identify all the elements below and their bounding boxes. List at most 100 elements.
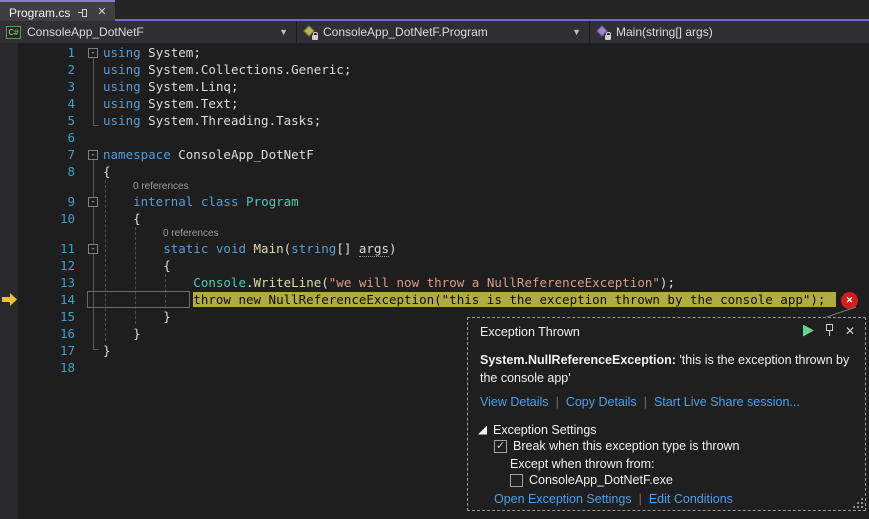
fold-margin bbox=[76, 325, 103, 342]
code-line-1[interactable]: 1-using System; bbox=[0, 44, 869, 61]
member-dropdown-label: Main(string[] args) bbox=[616, 25, 713, 39]
resize-grip[interactable] bbox=[852, 497, 863, 508]
line-number: 8 bbox=[0, 163, 76, 180]
code-line-5[interactable]: 5using System.Threading.Tasks; bbox=[0, 112, 869, 129]
code-line-3[interactable]: 3using System.Linq; bbox=[0, 78, 869, 95]
exception-highlight: throw new NullReferenceException("this i… bbox=[193, 292, 836, 307]
code-editor[interactable]: 1-using System;2 using System.Collections… bbox=[0, 43, 869, 519]
code-line-7[interactable]: 7-namespace ConsoleApp_DotNetF bbox=[0, 146, 869, 163]
fold-margin bbox=[76, 163, 103, 180]
code-text: throw new NullReferenceException("this i… bbox=[103, 291, 869, 308]
continue-execution-icon[interactable] bbox=[803, 325, 814, 337]
copy-details-link[interactable]: Copy Details bbox=[566, 395, 637, 409]
codelens-row: 0 references bbox=[0, 227, 869, 240]
line-number: 5 bbox=[0, 112, 76, 129]
fold-margin bbox=[76, 308, 103, 325]
code-line-9[interactable]: 9 -internal class Program bbox=[0, 193, 869, 210]
code-text: internal class Program bbox=[103, 193, 869, 210]
codelens-references[interactable]: 0 references bbox=[163, 227, 219, 240]
open-exception-settings-link[interactable]: Open Exception Settings bbox=[494, 492, 632, 506]
codelens-references[interactable]: 0 references bbox=[133, 180, 189, 193]
fold-toggle-icon[interactable]: - bbox=[88, 150, 98, 160]
except-when-label: Except when thrown from: bbox=[510, 457, 655, 471]
link-separator: | bbox=[632, 492, 649, 506]
exception-settings-header[interactable]: Exception Settings bbox=[478, 423, 597, 437]
fold-margin bbox=[76, 257, 103, 274]
code-line-8[interactable]: 8{ bbox=[0, 163, 869, 180]
break-label: Break when this exception type is thrown bbox=[513, 439, 740, 453]
tab-title: Program.cs bbox=[9, 6, 70, 20]
pin-icon[interactable] bbox=[78, 8, 89, 18]
line-number: 2 bbox=[0, 61, 76, 78]
code-line-2[interactable]: 2 using System.Collections.Generic; bbox=[0, 61, 869, 78]
link-separator: | bbox=[549, 395, 566, 409]
fold-margin bbox=[76, 274, 103, 291]
fold-margin bbox=[76, 210, 103, 227]
csharp-project-icon: C# bbox=[6, 26, 21, 39]
method-icon bbox=[596, 25, 610, 39]
code-line-11[interactable]: 11 -static void Main(string[] args) bbox=[0, 240, 869, 257]
code-text: using System.Text; bbox=[103, 95, 869, 112]
code-text bbox=[103, 129, 869, 146]
code-text: { bbox=[103, 163, 869, 180]
chevron-down-icon[interactable]: ▼ bbox=[572, 27, 581, 37]
code-line-12[interactable]: 12{ bbox=[0, 257, 869, 274]
popup-links: View Details|Copy Details|Start Live Sha… bbox=[480, 395, 800, 409]
module-checkbox[interactable] bbox=[510, 474, 523, 487]
type-dropdown[interactable]: ConsoleApp_DotNetF.Program ▼ bbox=[297, 21, 590, 43]
fold-margin bbox=[76, 129, 103, 146]
project-dropdown-label: ConsoleApp_DotNetF bbox=[27, 25, 144, 39]
tab-bar: Program.cs ✕ bbox=[0, 0, 869, 21]
break-checkbox-row: ✓ Break when this exception type is thro… bbox=[494, 439, 740, 453]
fold-margin bbox=[76, 359, 103, 376]
popup-bottom-links: Open Exception Settings|Edit Conditions bbox=[494, 492, 733, 506]
visual-studio-window: Program.cs ✕ C# ConsoleApp_DotNetF ▼ Con… bbox=[0, 0, 869, 519]
pin-icon[interactable] bbox=[825, 324, 834, 337]
fold-margin bbox=[76, 95, 103, 112]
fold-margin bbox=[76, 78, 103, 95]
fold-margin bbox=[76, 112, 103, 129]
code-line-13[interactable]: 13Console.WriteLine("we will now throw a… bbox=[0, 274, 869, 291]
code-line-14[interactable]: 14throw new NullReferenceException("this… bbox=[0, 291, 869, 308]
line-number: 17 bbox=[0, 342, 76, 359]
code-text: using System.Collections.Generic; bbox=[103, 61, 869, 78]
code-text: using System; bbox=[103, 44, 869, 61]
fold-margin bbox=[76, 291, 103, 308]
close-icon[interactable]: ✕ bbox=[845, 325, 855, 337]
code-text: static void Main(string[] args) bbox=[103, 240, 869, 257]
code-text: { bbox=[103, 210, 869, 227]
break-checkbox[interactable]: ✓ bbox=[494, 440, 507, 453]
exception-settings-label: Exception Settings bbox=[493, 423, 597, 437]
line-number: 7 bbox=[0, 146, 76, 163]
close-icon[interactable]: ✕ bbox=[97, 7, 106, 18]
fold-toggle-icon[interactable]: - bbox=[88, 244, 98, 254]
fold-margin bbox=[76, 342, 103, 359]
line-number: 4 bbox=[0, 95, 76, 112]
line-number: 9 bbox=[0, 193, 76, 210]
member-dropdown[interactable]: Main(string[] args) bbox=[590, 21, 869, 43]
code-line-10[interactable]: 10 { bbox=[0, 210, 869, 227]
fold-margin: - bbox=[76, 240, 103, 257]
exception-thrown-popup: Exception Thrown ✕ System.NullReferenceE… bbox=[467, 317, 866, 511]
line-number: 16 bbox=[0, 325, 76, 342]
fold-toggle-icon[interactable]: - bbox=[88, 197, 98, 207]
tab-program-cs[interactable]: Program.cs ✕ bbox=[0, 0, 115, 21]
line-number: 3 bbox=[0, 78, 76, 95]
codelens-row: 0 references bbox=[0, 180, 869, 193]
expander-icon[interactable] bbox=[478, 426, 487, 435]
module-label: ConsoleApp_DotNetF.exe bbox=[529, 473, 673, 487]
line-number: 11 bbox=[0, 240, 76, 257]
class-icon bbox=[303, 25, 317, 39]
line-number: 10 bbox=[0, 210, 76, 227]
project-dropdown[interactable]: C# ConsoleApp_DotNetF ▼ bbox=[0, 21, 297, 43]
chevron-down-icon[interactable]: ▼ bbox=[279, 27, 288, 37]
code-text: { bbox=[103, 257, 869, 274]
fold-toggle-icon[interactable]: - bbox=[88, 48, 98, 58]
view-details-link[interactable]: View Details bbox=[480, 395, 549, 409]
start-live-share-session-link[interactable]: Start Live Share session... bbox=[654, 395, 800, 409]
navigation-bar: C# ConsoleApp_DotNetF ▼ ConsoleApp_DotNe… bbox=[0, 21, 869, 43]
fold-margin bbox=[76, 61, 103, 78]
code-line-6[interactable]: 6 bbox=[0, 129, 869, 146]
code-line-4[interactable]: 4 using System.Text; bbox=[0, 95, 869, 112]
edit-conditions-link[interactable]: Edit Conditions bbox=[649, 492, 733, 506]
